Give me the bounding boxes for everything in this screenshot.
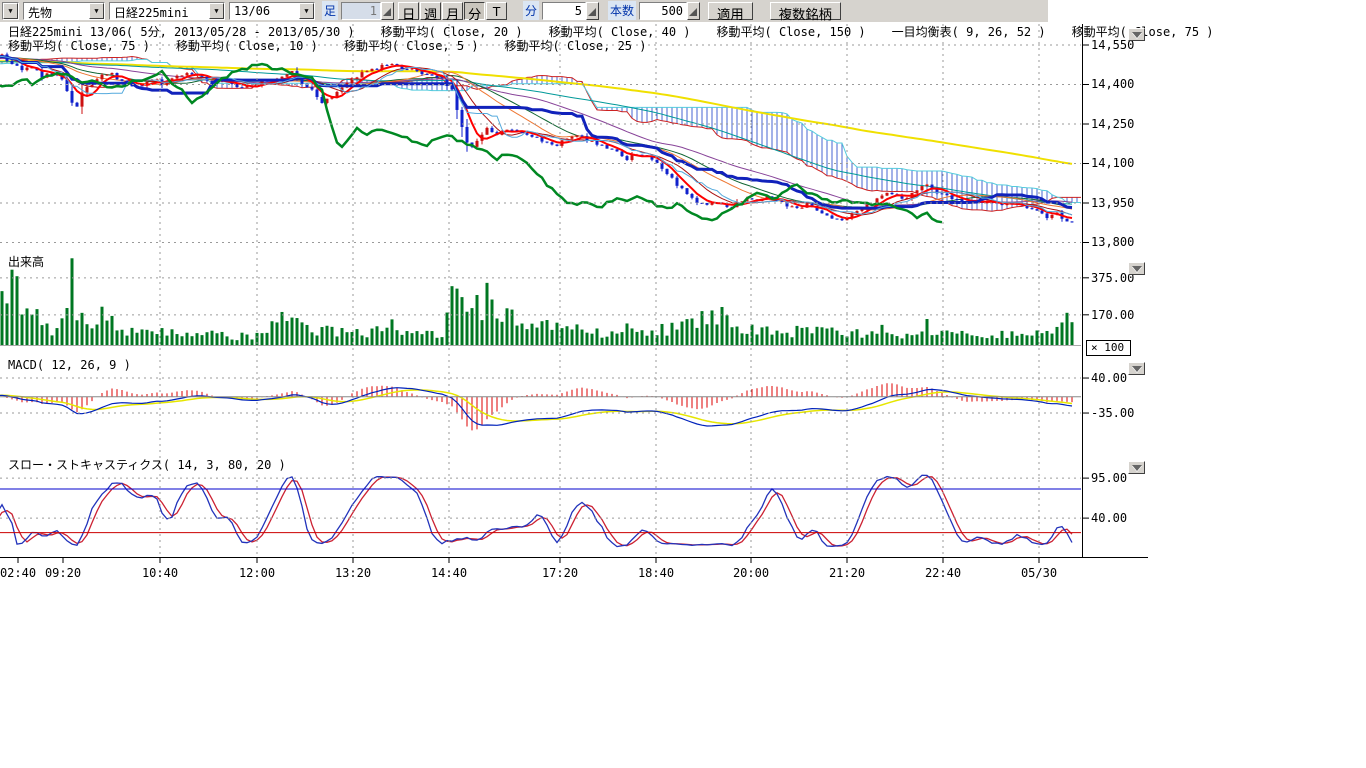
bar-count-label: 本数 xyxy=(608,1,636,20)
period-button-月[interactable]: 月 xyxy=(442,2,463,20)
axis-tick-label: 170.00 xyxy=(1091,308,1134,322)
volume-panel-label: 出来高 xyxy=(8,256,44,269)
axis-tick-label: 13,950 xyxy=(1091,196,1134,210)
legend-item: 移動平均( Close, 10 ) xyxy=(176,39,318,53)
period-button-週[interactable]: 週 xyxy=(420,2,441,20)
time-axis-label: 21:20 xyxy=(829,566,865,580)
chevron-down-icon xyxy=(1132,32,1142,38)
time-axis-label: 17:20 xyxy=(542,566,578,580)
multi-symbol-button[interactable]: 複数銘柄 xyxy=(770,2,841,20)
contract-month-combobox-value: 13/06 xyxy=(230,3,299,19)
legend-item: 日経225mini 13/06( 5分, 2013/05/28 - 2013/0… xyxy=(8,25,355,39)
time-axis-label: 02:40 xyxy=(0,566,36,580)
bar-count-spinner-icon[interactable] xyxy=(687,2,700,20)
time-axis-label: 10:40 xyxy=(142,566,178,580)
axis-tick-label: 95.00 xyxy=(1091,471,1127,485)
chevron-down-icon xyxy=(1132,366,1142,372)
bar-interval-spinner-icon[interactable] xyxy=(381,2,394,20)
time-axis-label: 05/30 xyxy=(1021,566,1057,580)
time-axis-label: 18:40 xyxy=(638,566,674,580)
chevron-down-icon: ▼ xyxy=(299,3,314,19)
chevron-down-icon: ▼ xyxy=(89,3,104,19)
contract-month-combobox[interactable]: 13/06 ▼ xyxy=(229,2,315,20)
legend-item: 一目均衡表( 9, 26, 52 ) xyxy=(892,25,1046,39)
time-axis-label: 22:40 xyxy=(925,566,961,580)
time-axis-label: 20:00 xyxy=(733,566,769,580)
volume-multiplier-badge: × 100 xyxy=(1086,340,1131,356)
market-combobox-value: 先物 xyxy=(24,3,89,19)
legend-item: 移動平均( Close, 20 ) xyxy=(381,25,523,39)
market-combobox[interactable]: 先物 ▼ xyxy=(23,2,105,20)
time-axis-label: 12:00 xyxy=(239,566,275,580)
legend-item: 移動平均( Close, 150 ) xyxy=(717,25,866,39)
time-axis-label: 09:20 xyxy=(45,566,81,580)
period-button-日[interactable]: 日 xyxy=(398,2,419,20)
period-button-T[interactable]: T xyxy=(486,2,507,20)
stoch-panel-menu-button[interactable] xyxy=(1128,461,1145,474)
axis-tick-label: 40.00 xyxy=(1091,511,1127,525)
apply-button[interactable]: 適用 xyxy=(708,2,753,20)
chevron-down-icon xyxy=(1132,465,1142,471)
axis-tick-label: 14,100 xyxy=(1091,156,1134,170)
chart-legend-row-2: 移動平均( Close, 75 ) 移動平均( Close, 10 ) 移動平均( … xyxy=(8,40,672,53)
time-axis-label: 13:20 xyxy=(335,566,371,580)
bar-count-input[interactable]: 500 xyxy=(639,2,687,20)
chevron-down-icon xyxy=(1132,266,1142,272)
axis-tick-label: 14,400 xyxy=(1091,77,1134,91)
legend-item: 移動平均( Close, 40 ) xyxy=(549,25,691,39)
toolbar: ▼ 先物 ▼ 日経225mini ▼ 13/06 ▼ 足 1 日週月分T 分 5… xyxy=(0,0,1048,22)
volume-panel-menu-button[interactable] xyxy=(1128,262,1145,275)
macd-panel-label: MACD( 12, 26, 9 ) xyxy=(8,359,131,372)
time-axis-label: 14:40 xyxy=(431,566,467,580)
period-button-分[interactable]: 分 xyxy=(464,2,485,20)
chevron-down-icon: ▼ xyxy=(3,3,18,19)
axis-tick-label: 40.00 xyxy=(1091,371,1127,385)
price-panel-menu-button[interactable] xyxy=(1128,28,1145,41)
chart-canvas[interactable] xyxy=(0,0,1200,620)
period-button-group: 日週月分T xyxy=(398,2,508,20)
legend-item: 移動平均( Close, 75 ) xyxy=(8,39,150,53)
bar-type-label: 足 xyxy=(322,1,338,20)
axis-tick-label: 13,800 xyxy=(1091,235,1134,249)
symbol-combobox-value: 日経225mini xyxy=(110,3,209,19)
chevron-down-icon: ▼ xyxy=(209,3,224,19)
minute-label: 分 xyxy=(523,1,539,20)
symbol-combobox[interactable]: 日経225mini ▼ xyxy=(109,2,225,20)
minute-input[interactable]: 5 xyxy=(542,2,586,20)
axis-tick-label: -35.00 xyxy=(1091,406,1134,420)
legend-item: 移動平均( Close, 25 ) xyxy=(505,39,647,53)
legend-item: 移動平均( Close, 5 ) xyxy=(344,39,479,53)
app-window: ▼ 先物 ▼ 日経225mini ▼ 13/06 ▼ 足 1 日週月分T 分 5… xyxy=(0,0,1366,768)
bar-interval-input[interactable]: 1 xyxy=(341,2,381,20)
minute-spinner-icon[interactable] xyxy=(586,2,599,20)
axis-tick-label: 14,250 xyxy=(1091,117,1134,131)
mini-symbol-combobox[interactable]: ▼ xyxy=(2,2,19,20)
macd-panel-menu-button[interactable] xyxy=(1128,362,1145,375)
chart-legend-row-1: 日経225mini 13/06( 5分, 2013/05/28 - 2013/0… xyxy=(8,26,1240,39)
stoch-panel-label: スロー・ストキャスティクス( 14, 3, 80, 20 ) xyxy=(8,459,286,472)
